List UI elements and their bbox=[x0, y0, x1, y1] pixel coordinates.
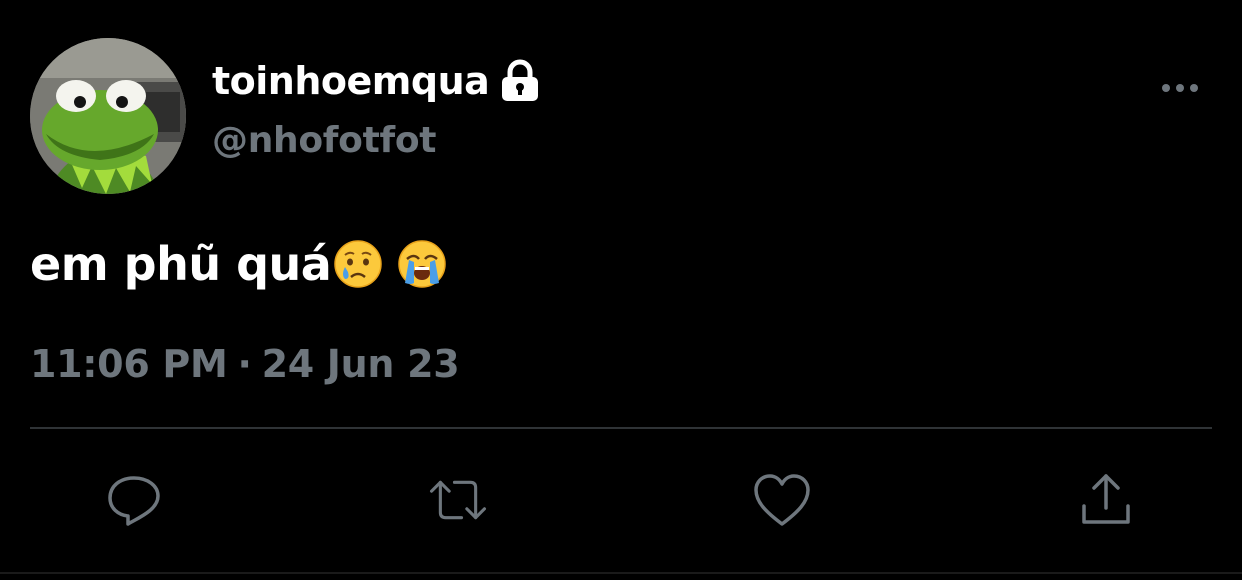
display-name[interactable]: toinhoemqua bbox=[212, 59, 490, 103]
author-handle[interactable]: @nhofotfot bbox=[212, 120, 437, 161]
lock-icon bbox=[499, 59, 541, 103]
like-icon bbox=[754, 474, 810, 526]
tweet: toinhoemqua @nhofotfot em phũ quá 11:06 … bbox=[0, 0, 1242, 580]
tweet-date: 24 Jun 23 bbox=[261, 342, 460, 386]
retweet-button[interactable] bbox=[428, 470, 488, 530]
crying-face-emoji bbox=[333, 239, 383, 289]
timestamp-separator: · bbox=[237, 342, 252, 386]
like-button[interactable] bbox=[752, 470, 812, 530]
more-icon[interactable] bbox=[1156, 76, 1204, 100]
tweet-time: 11:06 PM bbox=[30, 342, 228, 386]
share-button[interactable] bbox=[1076, 470, 1136, 530]
timestamp[interactable]: 11:06 PM · 24 Jun 23 bbox=[30, 342, 460, 386]
tweet-text: em phũ quá bbox=[30, 237, 332, 291]
bottom-border bbox=[0, 572, 1242, 574]
tweet-text-row: em phũ quá bbox=[30, 232, 447, 296]
reply-button[interactable] bbox=[104, 470, 164, 530]
avatar-image bbox=[30, 38, 186, 194]
reply-icon bbox=[108, 476, 160, 526]
loudly-crying-face-emoji bbox=[397, 239, 447, 289]
share-icon bbox=[1082, 474, 1130, 524]
divider bbox=[30, 427, 1212, 429]
avatar[interactable] bbox=[30, 38, 186, 194]
retweet-icon bbox=[429, 480, 487, 520]
author-name-row: toinhoemqua bbox=[212, 56, 541, 106]
